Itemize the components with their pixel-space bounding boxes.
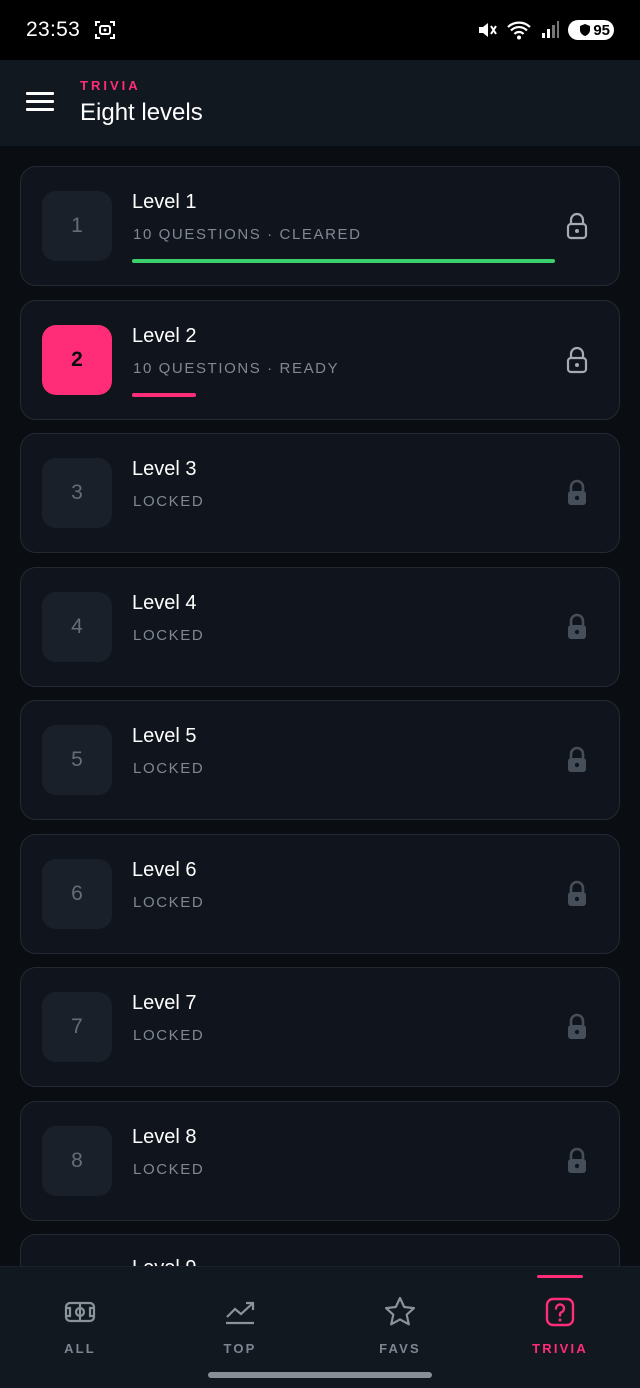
bottom-nav: ALL TOP FAVS TRIVIA xyxy=(0,1266,640,1388)
level-name: Level 7 xyxy=(132,992,197,1014)
menu-icon-line xyxy=(26,108,54,111)
level-name: Level 2 xyxy=(132,324,197,347)
level-card-3[interactable]: 3 Level 3 LOCKED xyxy=(20,433,620,553)
level-list: 1 Level 1 10 QUESTIONS · CLEARED 2 Level 2 10… xyxy=(20,166,620,1234)
level-name: Level 5 xyxy=(132,725,197,747)
app-header: TRIVIA Eight levels xyxy=(0,60,640,146)
level-number-badge: 5 xyxy=(42,725,112,795)
level-number-badge: 4 xyxy=(42,591,112,662)
level-card-7[interactable]: 7 Level 7 LOCKED xyxy=(20,967,620,1087)
level-name: Level 6 xyxy=(132,858,197,881)
level-status: 10 QUESTIONS · CLEARED xyxy=(133,226,362,243)
level-number-badge: 8 xyxy=(42,1125,112,1196)
lock-icon xyxy=(568,613,586,639)
question-icon xyxy=(545,1297,575,1327)
level-status: LOCKED xyxy=(133,626,205,644)
nav-label-favs: FAVS xyxy=(379,1341,421,1356)
nav-label-top: TOP xyxy=(223,1341,257,1356)
level-card-5[interactable]: 5 Level 5 LOCKED xyxy=(20,700,620,820)
lock-icon xyxy=(568,1013,586,1039)
nav-active-indicator xyxy=(537,1275,583,1278)
header-titles: TRIVIA Eight levels xyxy=(80,78,203,127)
level-status: LOCKED xyxy=(133,493,205,510)
status-icons: 95 xyxy=(476,19,614,41)
level-name: Level 8 xyxy=(132,1125,197,1148)
level-name: Level 4 xyxy=(132,591,197,614)
nav-item-trivia[interactable]: TRIVIA xyxy=(480,1267,640,1388)
level-number-badge: 7 xyxy=(42,992,112,1062)
level-card-4[interactable]: 4 Level 4 LOCKED xyxy=(20,566,620,687)
lock-icon xyxy=(568,880,586,906)
level-status: LOCKED xyxy=(133,760,205,777)
level-card-8[interactable]: 8 Level 8 LOCKED xyxy=(20,1100,620,1221)
home-indicator[interactable] xyxy=(208,1372,432,1378)
level-number-badge: 6 xyxy=(42,858,112,929)
header-eyebrow: TRIVIA xyxy=(80,78,141,93)
shield-icon xyxy=(580,24,591,36)
signal-icon xyxy=(542,21,559,38)
star-icon xyxy=(384,1296,416,1326)
level-status: LOCKED xyxy=(133,1160,205,1178)
wifi-icon xyxy=(507,21,531,40)
trending-up-icon xyxy=(226,1301,255,1325)
level-status: LOCKED xyxy=(133,1027,205,1044)
menu-icon-line xyxy=(26,100,54,103)
nav-item-all[interactable]: ALL xyxy=(0,1267,160,1388)
battery-level: 95 xyxy=(593,21,610,39)
level-card-2[interactable]: 2 Level 2 10 QUESTIONS · READY xyxy=(20,299,620,420)
menu-button[interactable] xyxy=(26,92,54,114)
screen-record-icon xyxy=(95,21,116,39)
lock-open-icon xyxy=(566,212,588,240)
nav-label-trivia: TRIVIA xyxy=(532,1341,588,1356)
lock-icon xyxy=(568,479,586,505)
level-status: LOCKED xyxy=(133,893,205,911)
menu-icon-line xyxy=(26,92,54,95)
status-time: 23:53 xyxy=(26,18,81,41)
level-number-badge: 3 xyxy=(42,458,112,528)
nav-item-top[interactable]: TOP xyxy=(160,1267,320,1388)
stadium-icon xyxy=(64,1301,96,1323)
mute-icon xyxy=(479,23,497,37)
nav-item-favs[interactable]: FAVS xyxy=(320,1267,480,1388)
level-status: 10 QUESTIONS · READY xyxy=(133,359,340,377)
page-title: Eight levels xyxy=(80,99,203,126)
lock-open-icon xyxy=(566,346,588,373)
level-number-badge: 1 xyxy=(42,191,112,261)
level-card-6[interactable]: 6 Level 6 LOCKED xyxy=(20,833,620,954)
level-name: Level 1 xyxy=(132,191,197,213)
nav-label-all: ALL xyxy=(64,1341,96,1356)
level-card-1[interactable]: 1 Level 1 10 QUESTIONS · CLEARED xyxy=(20,166,620,286)
level-progress-bar xyxy=(132,392,196,397)
status-bar: 23:53 95 xyxy=(0,0,640,60)
level-progress-bar xyxy=(132,259,555,263)
level-name: Level 3 xyxy=(132,458,197,480)
lock-icon xyxy=(568,1147,586,1173)
level-number-badge: 2 xyxy=(42,324,112,395)
lock-icon xyxy=(568,746,586,772)
battery-indicator: 95 xyxy=(568,20,614,40)
